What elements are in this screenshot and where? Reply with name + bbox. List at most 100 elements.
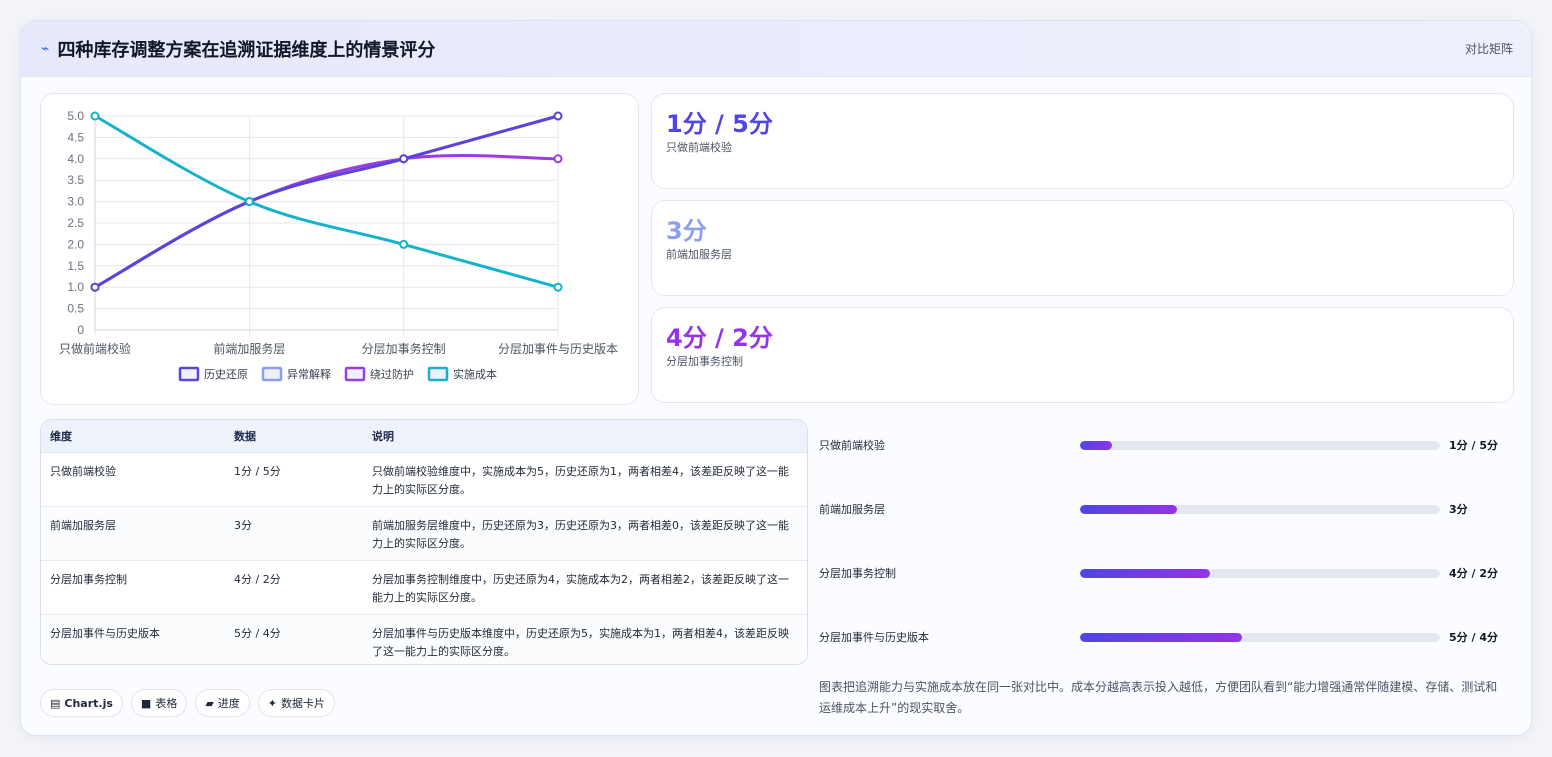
comparison-card: ⌁ 四种库存调整方案在追溯证据维度上的情景评分 对比矩阵 0 0.5 1.0 1.5 2… [20,20,1532,736]
table-cell: 4分 / 2分 [225,560,363,615]
y-tick-label: 3.5 [67,173,84,187]
data-point [244,197,254,207]
y-tick-label: 3.0 [67,195,84,209]
progress-track [1080,569,1440,578]
progress-value: 1分 / 5分 [1449,439,1498,452]
table-cell: 分层加事务控制维度中，历史还原为4，实施成本为2，两者相差2，该差距反映了这一能… [363,560,807,615]
kpi-card-1: 1分 / 5分 只做前端校验 [651,93,1514,189]
progress-label: 分层加事件与历史版本 [819,631,929,644]
line-chart-panel: 0 0.5 1.0 1.5 2.0 2.5 3.0 3.5 4.0 4.5 5.0 只做前端校验 前端加… [40,93,639,405]
progress-track [1080,633,1440,642]
pulse-icon: ⌁ [41,40,50,57]
legend-swatch [427,366,449,382]
kpi-label: 前端加服务层 [666,248,732,261]
x-tick-label: 前端加服务层 [213,341,285,356]
x-tick-label: 分层加事件与历史版本 [498,342,618,356]
table-cell: 分层加事件与历史版本维度中，历史还原为5，实施成本为1，两者相差4，该差距反映了… [372,626,789,658]
y-tick-label: 0.5 [67,302,84,316]
column-header: 数据 [225,420,363,453]
progress-icon: ▰ [205,696,214,710]
y-tick-label: 2.0 [67,237,84,251]
table-cell: 1分 / 5分 [225,452,363,507]
data-table: 维度 数据 说明 只做前端校验 1分 / 5分 只做前端校验维度中，实施成本为5… [40,419,808,665]
y-tick-label: 1.0 [67,280,84,294]
data-point [399,154,409,164]
table-row: 分层加事务控制 4分 / 2分 分层加事务控制维度中，历史还原为4，实施成本为2… [41,560,807,615]
legend-label: 历史还原 [204,368,248,381]
progress-value: 5分 / 4分 [1449,631,1498,644]
progress-value: 4分 / 2分 [1449,567,1498,580]
data-point [90,282,100,292]
progress-row: 前端加服务层 3分 [819,499,1511,519]
legend-swatch [344,366,366,382]
table-header-row: 维度 数据 说明 [41,420,807,453]
progress-track [1080,505,1440,514]
legend-swatch [178,366,200,382]
chip-label: 表格 [155,697,178,710]
kpi-card-2: 3分 前端加服务层 [651,200,1514,296]
chart-icon: ▤ [50,696,61,710]
y-tick-label: 2.5 [67,216,84,230]
y-tick-label: 5.0 [67,109,84,123]
data-point [553,154,563,164]
data-point [553,282,563,292]
matrix-tag: 对比矩阵 [1464,42,1513,56]
table-row: 前端加服务层 3分 前端加服务层维度中，历史还原为3，历史还原为3，两者相差0，… [41,506,807,561]
chip-chartjs[interactable]: ▤ Chart.js [40,689,123,717]
card-header: ⌁ 四种库存调整方案在追溯证据维度上的情景评分 对比矩阵 [21,21,1531,77]
legend-label: 异常解释 [287,367,331,381]
kpi-value: 4分 / 2分 [666,324,773,352]
chip-label: 数据卡片 [281,697,326,710]
progress-label: 分层加事务控制 [819,567,896,580]
line-chart: 0 0.5 1.0 1.5 2.0 2.5 3.0 3.5 4.0 4.5 5.0 只做前端校验 前端加… [59,109,618,382]
table-cell: 3分 [225,506,363,561]
x-tick-label: 只做前端校验 [59,341,131,356]
progress-row: 分层加事务控制 4分 / 2分 [819,563,1511,583]
table-row: 分层加事件与历史版本 5分 / 4分 分层加事件与历史版本维度中，历史还原为5，… [41,614,807,664]
column-header: 维度 [41,420,225,453]
progress-fill [1080,441,1113,450]
column-header: 说明 [363,420,807,453]
legend-swatch [261,366,283,382]
table-icon: ■ [140,696,152,710]
y-tick-label: 0 [77,323,84,337]
y-tick-label: 1.5 [67,259,84,273]
progress-label: 只做前端校验 [819,439,885,452]
data-point [553,111,563,121]
summary-note: 图表把追溯能力与实施成本放在同一张对比中。成本分越高表示投入越低，方便团队看到“… [819,680,1498,715]
progress-row: 只做前端校验 1分 / 5分 [819,435,1511,455]
progress-fill [1080,633,1242,642]
progress-track [1080,441,1440,450]
kpi-label: 只做前端校验 [666,141,732,154]
kpi-value: 3分 [666,217,707,245]
data-point [90,111,100,121]
table-cell: 只做前端校验维度中，实施成本为5，历史还原为1，两者相差4，该差距反映了这一能力… [363,452,807,507]
table-cell: 前端加服务层维度中，历史还原为3，历史还原为3，两者相差0，该差距反映了这一能力… [363,506,807,561]
table-cell: 前端加服务层 [41,506,225,561]
table-row: 只做前端校验 1分 / 5分 只做前端校验维度中，实施成本为5，历史还原为1，两… [41,452,807,507]
x-tick-label: 分层加事务控制 [362,341,446,356]
y-tick-label: 4.5 [67,130,84,144]
progress-label: 前端加服务层 [819,503,885,516]
legend-label: 实施成本 [453,367,497,381]
table-cell: 分层加事务控制 [41,560,225,615]
table-cell: 分层加事件与历史版本 [50,626,160,640]
chip-data-card[interactable]: ✦ 数据卡片 [257,689,336,717]
feature-chips: ▤ Chart.js ■ 表格 ▰ 进度 ✦ 数据卡片 [40,689,336,717]
y-tick-label: 4.0 [67,152,84,166]
chip-label: Chart.js [64,696,113,710]
progress-fill [1080,505,1178,514]
kpi-label: 分层加事务控制 [666,355,743,368]
page-title: 四种库存调整方案在追溯证据维度上的情景评分 [57,39,436,61]
table-cell: 只做前端校验 [41,452,225,507]
chip-label: 进度 [217,697,240,710]
chip-progress[interactable]: ▰ 进度 [195,689,250,717]
progress-fill [1080,569,1210,578]
chip-table[interactable]: ■ 表格 [130,689,188,717]
sparkle-icon: ✦ [267,696,278,710]
progress-row: 分层加事件与历史版本 5分 / 4分 [819,627,1511,647]
data-point [399,239,409,249]
progress-value: 3分 [1449,503,1468,516]
table-cell: 5分 / 4分 [234,626,281,640]
kpi-value: 1分 / 5分 [666,110,773,138]
